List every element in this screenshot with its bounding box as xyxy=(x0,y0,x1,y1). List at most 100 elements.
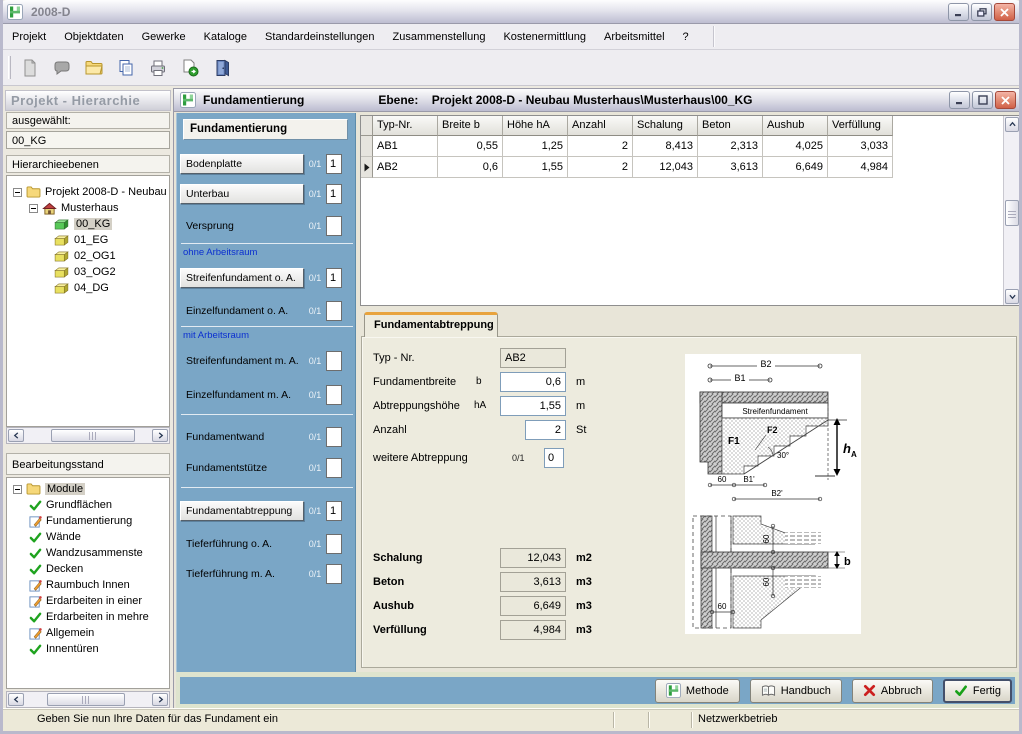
tieferfuehrung-oa-count-input[interactable] xyxy=(326,534,342,554)
unterbau-button[interactable]: Unterbau xyxy=(180,184,304,204)
module-wandzusammenstellung[interactable]: Wandzusammenste xyxy=(7,545,169,561)
tree-item-projekt[interactable]: Projekt 2008-D - Neubau xyxy=(7,184,169,200)
tree-item-00-kg[interactable]: 00_KG xyxy=(7,216,169,232)
module-waende[interactable]: Wände xyxy=(7,529,169,545)
methode-button[interactable]: Methode xyxy=(655,679,740,703)
menu-projekt[interactable]: Projekt xyxy=(3,25,55,49)
weitere-abtreppung-input[interactable] xyxy=(544,448,564,468)
scroll-thumb[interactable] xyxy=(51,429,135,442)
app-close-button[interactable] xyxy=(994,3,1015,21)
tree-item-musterhaus[interactable]: Musterhaus xyxy=(7,200,169,216)
bodenplatte-button[interactable]: Bodenplatte xyxy=(180,154,304,174)
table-header-row: Typ-Nr. Breite b Höhe hA Anzahl Schalung… xyxy=(361,116,1020,136)
window-close-button[interactable] xyxy=(995,91,1016,109)
menu-arbeitsmittel[interactable]: Arbeitsmittel xyxy=(595,25,674,49)
cell[interactable]: 0,6 xyxy=(438,157,503,178)
module-grundflaechen[interactable]: Grundflächen xyxy=(7,497,169,513)
unterbau-count-input[interactable]: 1 xyxy=(326,184,342,204)
handbuch-button[interactable]: Handbuch xyxy=(750,679,842,703)
module-erdarbeiten-mehre[interactable]: Erdarbeiten in mehre xyxy=(7,609,169,625)
cell[interactable]: 1,55 xyxy=(503,157,568,178)
cell[interactable]: 4,025 xyxy=(763,136,828,157)
scroll-left-button[interactable] xyxy=(8,429,24,442)
tree-item-module-root[interactable]: Module xyxy=(7,481,169,497)
open-project-icon[interactable] xyxy=(49,55,75,81)
fundamentstuetze-count-input[interactable] xyxy=(326,458,342,478)
tree-item-03-og2[interactable]: 03_OG2 xyxy=(7,264,169,280)
scroll-left-button[interactable] xyxy=(8,693,24,706)
fundamentwand-count-input[interactable] xyxy=(326,427,342,447)
table-row-ab2-selected[interactable]: AB2 0,6 1,55 2 12,043 3,613 6,649 4,984 xyxy=(361,157,1020,178)
abtreppungshoehe-input[interactable] xyxy=(500,396,566,416)
cell[interactable]: 2,313 xyxy=(698,136,763,157)
cell[interactable]: 8,413 xyxy=(633,136,698,157)
app-restore-button[interactable] xyxy=(971,3,992,21)
cell[interactable]: 1,25 xyxy=(503,136,568,157)
cell[interactable]: 3,613 xyxy=(698,157,763,178)
tree-item-04-dg[interactable]: 04_DG xyxy=(7,280,169,296)
menu-gewerke[interactable]: Gewerke xyxy=(133,25,195,49)
module-raumbuch-innen[interactable]: Raumbuch Innen xyxy=(7,577,169,593)
streifenfundament-ma-count-input[interactable] xyxy=(326,351,342,371)
menu-objektdaten[interactable]: Objektdaten xyxy=(55,25,132,49)
scroll-right-button[interactable] xyxy=(152,693,168,706)
exit-icon[interactable] xyxy=(209,55,235,81)
cell[interactable]: 4,984 xyxy=(828,157,893,178)
collapse-icon[interactable] xyxy=(29,204,38,213)
tab-fundamentabtreppung[interactable]: Fundamentabtreppung xyxy=(364,312,498,337)
module-innentueren[interactable]: Innentüren xyxy=(7,641,169,657)
cell[interactable]: 0,55 xyxy=(438,136,503,157)
scroll-thumb[interactable] xyxy=(47,693,125,706)
new-document-icon[interactable] xyxy=(17,55,43,81)
module-erdarbeiten-einer[interactable]: Erdarbeiten in einer xyxy=(7,593,169,609)
module-allgemein[interactable]: Allgemein xyxy=(7,625,169,641)
section-mit-arbeitsraum: mit Arbeitsraum xyxy=(181,326,353,341)
scroll-up-button[interactable] xyxy=(1005,117,1019,132)
module-decken[interactable]: Decken xyxy=(7,561,169,577)
scroll-thumb[interactable] xyxy=(1005,200,1019,226)
cell[interactable]: AB1 xyxy=(373,136,438,157)
print-icon[interactable] xyxy=(145,55,171,81)
einzelfundament-ma-count-input[interactable] xyxy=(326,385,342,405)
tree-item-02-og1[interactable]: 02_OG1 xyxy=(7,248,169,264)
cell[interactable]: 2 xyxy=(568,136,633,157)
cell[interactable]: 2 xyxy=(568,157,633,178)
cell[interactable]: 6,649 xyxy=(763,157,828,178)
cell[interactable]: 3,033 xyxy=(828,136,893,157)
menu-zusammenstellung[interactable]: Zusammenstellung xyxy=(384,25,495,49)
einzelfundament-oa-count-input[interactable] xyxy=(326,301,342,321)
fundamentbreite-input[interactable] xyxy=(500,372,566,392)
scroll-right-button[interactable] xyxy=(152,429,168,442)
cell[interactable]: AB2 xyxy=(373,157,438,178)
collapse-icon[interactable] xyxy=(13,188,22,197)
streifenfundament-oa-button[interactable]: Streifenfundament o. A. xyxy=(180,268,304,288)
app-minimize-button[interactable] xyxy=(948,3,969,21)
table-row-ab1[interactable]: AB1 0,55 1,25 2 8,413 2,313 4,025 3,033 xyxy=(361,136,1020,157)
selected-row-marker-icon xyxy=(361,157,373,178)
window-maximize-button[interactable] xyxy=(972,91,993,109)
tree-item-01-eg[interactable]: 01_EG xyxy=(7,232,169,248)
svg-text:B2': B2' xyxy=(771,489,783,498)
export-icon[interactable] xyxy=(177,55,203,81)
cell[interactable]: 12,043 xyxy=(633,157,698,178)
bodenplatte-count-input[interactable]: 1 xyxy=(326,154,342,174)
fertig-button[interactable]: Fertig xyxy=(943,679,1012,703)
window-minimize-button[interactable] xyxy=(949,91,970,109)
fundamentabtreppung-count-input[interactable]: 1 xyxy=(326,501,342,521)
menu-standardeinstellungen[interactable]: Standardeinstellungen xyxy=(256,25,383,49)
anzahl-input[interactable] xyxy=(525,420,566,440)
scroll-down-button[interactable] xyxy=(1005,289,1019,304)
versprung-count-input[interactable] xyxy=(326,216,342,236)
tieferfuehrung-ma-count-input[interactable] xyxy=(326,564,342,584)
menu-help[interactable]: ? xyxy=(674,25,698,49)
copy-icon[interactable] xyxy=(113,55,139,81)
menu-kataloge[interactable]: Kataloge xyxy=(195,25,256,49)
fundamentabtreppung-button[interactable]: Fundamentabtreppung xyxy=(180,501,304,521)
module-fundamentierung[interactable]: Fundamentierung xyxy=(7,513,169,529)
abbruch-button[interactable]: Abbruch xyxy=(852,679,933,703)
open-folder-icon[interactable] xyxy=(81,55,107,81)
streifenfundament-oa-count-input[interactable]: 1 xyxy=(326,268,342,288)
collapse-icon[interactable] xyxy=(13,485,22,494)
svg-text:60: 60 xyxy=(718,602,727,611)
menu-kostenermittlung[interactable]: Kostenermittlung xyxy=(494,25,595,49)
